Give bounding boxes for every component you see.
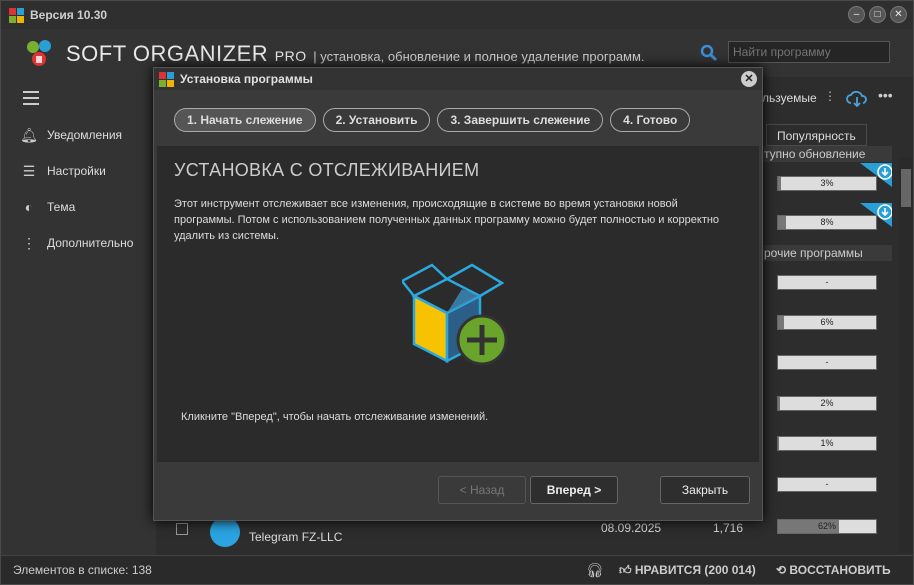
popularity-bar-fill (778, 397, 780, 410)
table-row[interactable]: Telegram FZ-LLC 08.09.2025 1,716 (156, 517, 896, 553)
sidebar-item-notifications[interactable]: 🔔︎ Уведомления (19, 125, 122, 145)
filter-label[interactable]: льзуемые (762, 91, 817, 105)
popularity-value: - (825, 479, 829, 489)
app-logo-icon (159, 71, 174, 87)
bell-icon: 🔔︎ (20, 126, 38, 143)
popularity-bar: 6% (777, 315, 877, 330)
popularity-bar-fill (778, 437, 779, 450)
popularity-bar: - (777, 355, 877, 370)
popularity-bar: 1% (777, 436, 877, 451)
popularity-value: - (825, 277, 829, 287)
search-input[interactable] (728, 41, 890, 63)
group-header[interactable]: рочие программы (762, 245, 892, 261)
sidebar-item-more[interactable]: ⋮ Дополнительно (19, 233, 133, 253)
scrollbar[interactable] (899, 157, 913, 553)
like-button[interactable]: 👍︎ НРАВИТСЯ (200 014) (619, 563, 756, 578)
dialog-close-button[interactable]: ✕ (741, 71, 757, 87)
title-bar: Версия 10.30 – □ ✕ (1, 1, 913, 29)
column-popularity[interactable]: Популярность (766, 124, 867, 146)
cloud-download-icon[interactable] (846, 89, 868, 107)
popularity-bar: - (777, 275, 877, 290)
popularity-bar-fill (778, 177, 781, 190)
search-icon[interactable] (699, 43, 719, 63)
hamburger-menu-icon[interactable] (23, 91, 39, 105)
dialog-body: УСТАНОВКА С ОТСЛЕЖИВАНИЕМ Этот инструмен… (157, 146, 759, 462)
main-window: Версия 10.30 – □ ✕ SOFT ORGANIZER PRO | … (0, 0, 914, 585)
popularity-bar-fill (778, 316, 784, 329)
scrollbar-thumb[interactable] (901, 169, 911, 207)
more-vertical-icon: ⋮ (22, 234, 36, 251)
brand-title: SOFT ORGANIZER PRO | установка, обновлен… (66, 41, 645, 66)
popularity-bar: - (777, 477, 877, 492)
soft-organizer-logo-icon (27, 40, 51, 66)
dialog-description: Этот инструмент отслеживает все изменени… (174, 198, 720, 242)
step-start-tracking[interactable]: 1. Начать слежение (174, 108, 316, 132)
date-label: 08.09.2025 (601, 521, 662, 535)
more-vertical-icon[interactable]: ⋮ (824, 89, 836, 103)
package-install-icon (402, 263, 508, 366)
column-headers: Популярность (766, 124, 867, 146)
restore-button[interactable]: ⟲ ВОССТАНОВИТЬ (776, 563, 891, 577)
items-count: Элементов в списке: 138 (13, 563, 152, 577)
sidebar: 🔔︎ Уведомления ☰ Настройки ◐ Тема ⋮ Дополнит… (1, 77, 156, 555)
sidebar-item-theme[interactable]: ◐ Тема (19, 197, 76, 217)
status-bar: Элементов в списке: 138 🎧︎ 👍︎ НРАВИТСЯ (… (1, 555, 913, 584)
size-label: 1,716 (713, 521, 744, 535)
sliders-icon: ☰ (22, 162, 36, 179)
popularity-value: - (825, 357, 829, 367)
dialog-title-bar: Установка программы ✕ (154, 68, 762, 90)
popularity-bar: 3% (777, 176, 877, 191)
restore-icon: ⟲ (776, 563, 790, 577)
dialog-hint: Кликните "Вперед", чтобы начать отслежив… (181, 411, 489, 423)
back-button[interactable]: < Назад (438, 476, 526, 504)
popularity-value: 1% (820, 438, 834, 448)
popularity-bar: 2% (777, 396, 877, 411)
dialog-title: Установка программы (180, 72, 313, 86)
row-checkbox[interactable] (176, 523, 188, 535)
theme-icon: ◐ (24, 199, 34, 215)
popularity-value: 6% (820, 317, 834, 327)
support-icon[interactable]: 🎧︎ (586, 562, 604, 579)
minimize-button[interactable]: – (848, 6, 865, 23)
group-header[interactable]: тупно обновление (762, 146, 892, 162)
step-done[interactable]: 4. Готово (610, 108, 691, 132)
more-horizontal-icon[interactable]: ••• (878, 87, 893, 103)
popularity-value: 8% (820, 217, 834, 227)
version-label: Версия 10.30 (30, 8, 108, 22)
wizard-steps: 1. Начать слежение 2. Установить 3. Заве… (174, 108, 691, 132)
popularity-value: 2% (820, 398, 834, 408)
close-window-button[interactable]: ✕ (890, 6, 907, 23)
dialog-heading: УСТАНОВКА С ОТСЛЕЖИВАНИЕМ (174, 160, 480, 180)
publisher-label: Telegram FZ-LLC (249, 530, 343, 544)
popularity-value: 3% (820, 178, 834, 188)
install-dialog: Установка программы ✕ 1. Начать слежение… (153, 67, 763, 521)
app-logo-icon (9, 7, 24, 23)
sidebar-item-settings[interactable]: ☰ Настройки (19, 161, 106, 181)
step-finish-tracking[interactable]: 3. Завершить слежение (437, 108, 604, 132)
maximize-button[interactable]: □ (869, 6, 886, 23)
close-button[interactable]: Закрыть (660, 476, 750, 504)
next-button[interactable]: Вперед > (530, 476, 618, 504)
step-install[interactable]: 2. Установить (322, 108, 431, 132)
telegram-icon (210, 517, 240, 547)
popularity-bar-fill (778, 216, 786, 229)
thumbs-up-icon: 👍︎ (619, 562, 635, 577)
popularity-bar: 8% (777, 215, 877, 230)
